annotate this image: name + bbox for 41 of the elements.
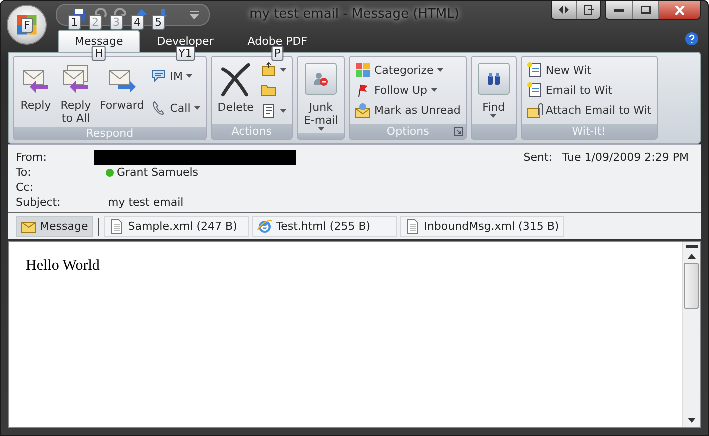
office-button[interactable]: F	[7, 5, 47, 45]
attachment-tab[interactable]: InboundMsg.xml (315 B)	[400, 216, 564, 237]
ribbon-button[interactable]: New Wit	[524, 61, 654, 80]
ribbon-button[interactable]: Junk E-mail	[300, 59, 342, 131]
ribbon-button[interactable]: Attach Email to Wit	[524, 102, 654, 120]
keytip-tooltip: P	[271, 46, 284, 61]
keytip-tooltip: Y1	[176, 46, 196, 61]
ribbon-button[interactable]: Mark as Unread	[353, 102, 463, 120]
field-label: From:	[16, 151, 48, 164]
ribbon-button[interactable]: Follow Up	[353, 81, 463, 100]
attachment-tab[interactable]: Message	[16, 216, 94, 237]
group-title: Actions	[232, 125, 272, 138]
keytip-tooltip: 2	[89, 14, 102, 30]
field-label: Sent:	[524, 151, 552, 164]
keytip-tooltip: 3	[110, 14, 123, 30]
recipient-name[interactable]: Grant Samuels	[117, 166, 199, 179]
keytip-tooltip: 4	[131, 14, 144, 30]
ribbon-button[interactable]: Email to Wit	[524, 81, 654, 100]
group-title: Options	[386, 125, 430, 138]
ribbon-button[interactable]: Find	[474, 59, 513, 122]
ribbon-button[interactable]: IM	[149, 67, 203, 85]
message-body-text: Hello World	[26, 258, 100, 274]
keytip-tooltip: 5	[152, 14, 165, 30]
group-title: Wit-It!	[572, 125, 606, 138]
sent-date: Tue 1/09/2009 2:29 PM	[561, 151, 689, 164]
attachment-tab[interactable]: Test.html (255 B)	[252, 216, 398, 237]
group-title: Respond	[86, 127, 134, 140]
ribbon-button[interactable]: Reply to All	[57, 59, 95, 125]
field-label: To:	[16, 166, 32, 179]
field-label: Cc:	[16, 181, 34, 194]
keytip-tooltip: F	[21, 18, 34, 33]
ribbon-button[interactable]: Categorize	[353, 61, 463, 80]
ribbon-button[interactable]: Reply	[17, 59, 55, 125]
keytip-tooltip: 1	[68, 14, 81, 30]
field-label: Subject:	[16, 196, 62, 209]
ribbon-button[interactable]: Call	[149, 99, 203, 117]
ribbon-button[interactable]: Forward	[97, 59, 148, 125]
subject-text: my test email	[108, 196, 184, 209]
ribbon-button[interactable]: Delete	[214, 59, 257, 122]
keytip-tooltip: H	[92, 46, 106, 61]
attachment-tab[interactable]: Sample.xml (247 B)	[104, 216, 250, 237]
